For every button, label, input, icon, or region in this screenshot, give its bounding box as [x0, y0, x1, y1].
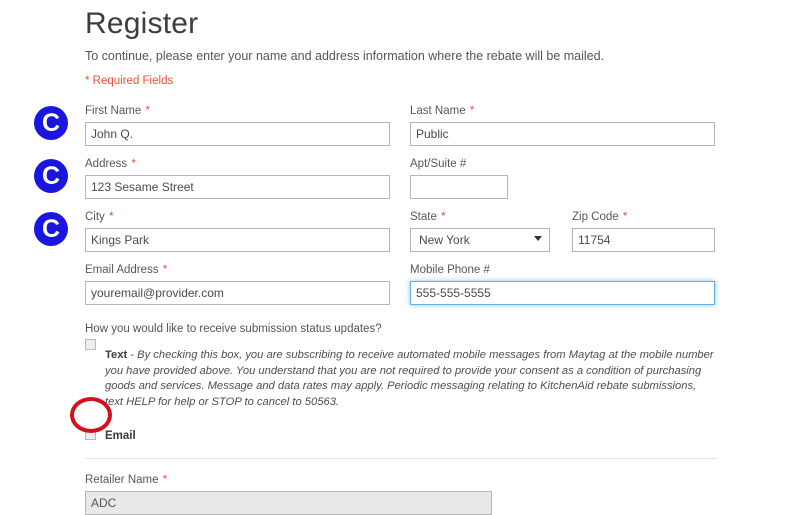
- required-asterisk: *: [145, 105, 150, 117]
- required-asterisk: *: [441, 211, 446, 223]
- mobile-phone-label: Mobile Phone #: [410, 264, 490, 276]
- updates-question: How you would like to receive submission…: [85, 323, 382, 335]
- field-apt-suite: Apt/Suite #: [410, 157, 508, 199]
- form-row-name: First Name * Last Name *: [85, 104, 717, 157]
- field-city: City *: [85, 210, 390, 252]
- cursor-badge-first-name: C: [34, 106, 68, 140]
- last-name-label: Last Name *: [410, 105, 475, 117]
- required-asterisk: *: [162, 474, 168, 486]
- address-input[interactable]: [85, 175, 390, 199]
- cursor-badge-address: C: [34, 159, 68, 193]
- chevron-down-icon: [534, 236, 542, 241]
- text-consent-text: Text - By checking this box, you are sub…: [105, 348, 717, 410]
- field-state: State * New York: [410, 210, 550, 252]
- text-consent-separator: -: [127, 349, 138, 361]
- required-asterisk: *: [469, 105, 475, 117]
- required-asterisk: *: [162, 264, 168, 276]
- required-asterisk: *: [131, 158, 136, 170]
- text-consent-lead: Text: [105, 349, 128, 361]
- form-row-contact: Email Address * Mobile Phone #: [85, 263, 717, 316]
- retailer-name-label: Retailer Name *: [85, 474, 168, 486]
- text-consent-body: By checking this box, you are subscribin…: [105, 349, 714, 408]
- first-name-input[interactable]: [85, 122, 390, 146]
- form-area: First Name * Last Name * Address * Apt/S…: [85, 88, 717, 515]
- form-row-address: Address * Apt/Suite #: [85, 157, 717, 210]
- form-row-city-state-zip: City * State * New York Zip Code *: [85, 210, 717, 263]
- apt-suite-input[interactable]: [410, 175, 508, 199]
- cursor-badge-city: C: [34, 212, 68, 246]
- field-retailer-name: Retailer Name *: [85, 459, 717, 515]
- zip-code-input[interactable]: [572, 228, 715, 252]
- mobile-phone-input[interactable]: [410, 281, 715, 305]
- required-asterisk: *: [622, 211, 628, 223]
- page-title: Register: [85, 7, 199, 40]
- email-address-label: Email Address *: [85, 264, 168, 276]
- zip-code-label: Zip Code *: [572, 211, 628, 223]
- required-asterisk: *: [109, 211, 114, 223]
- field-mobile-phone: Mobile Phone #: [410, 263, 715, 305]
- state-select-wrapper[interactable]: New York: [410, 228, 550, 252]
- email-consent-label: Email: [105, 430, 136, 442]
- page-intro-text: To continue, please enter your name and …: [85, 49, 605, 63]
- retailer-name-input[interactable]: [85, 491, 492, 515]
- required-fields-note: * Required Fields: [85, 75, 174, 87]
- address-label: Address *: [85, 158, 136, 170]
- city-label: City *: [85, 211, 114, 223]
- field-first-name: First Name *: [85, 104, 390, 146]
- field-last-name: Last Name *: [410, 104, 715, 146]
- form-content: Register To continue, please enter your …: [85, 0, 717, 515]
- apt-suite-label: Apt/Suite #: [410, 158, 467, 170]
- city-input[interactable]: [85, 228, 390, 252]
- email-consent-option: Email: [85, 410, 717, 444]
- first-name-label: First Name *: [85, 105, 150, 117]
- text-consent-option: Text - By checking this box, you are sub…: [85, 336, 717, 410]
- last-name-input[interactable]: [410, 122, 715, 146]
- email-address-input[interactable]: [85, 281, 390, 305]
- field-zip-code: Zip Code *: [572, 210, 715, 252]
- register-page: Register To continue, please enter your …: [0, 0, 800, 515]
- email-checkbox-highlight-ring: [70, 397, 112, 433]
- field-email-address: Email Address *: [85, 263, 390, 305]
- state-label: State *: [410, 211, 446, 223]
- field-address: Address *: [85, 157, 390, 199]
- text-consent-checkbox[interactable]: [85, 339, 96, 350]
- state-select[interactable]: New York: [410, 228, 550, 252]
